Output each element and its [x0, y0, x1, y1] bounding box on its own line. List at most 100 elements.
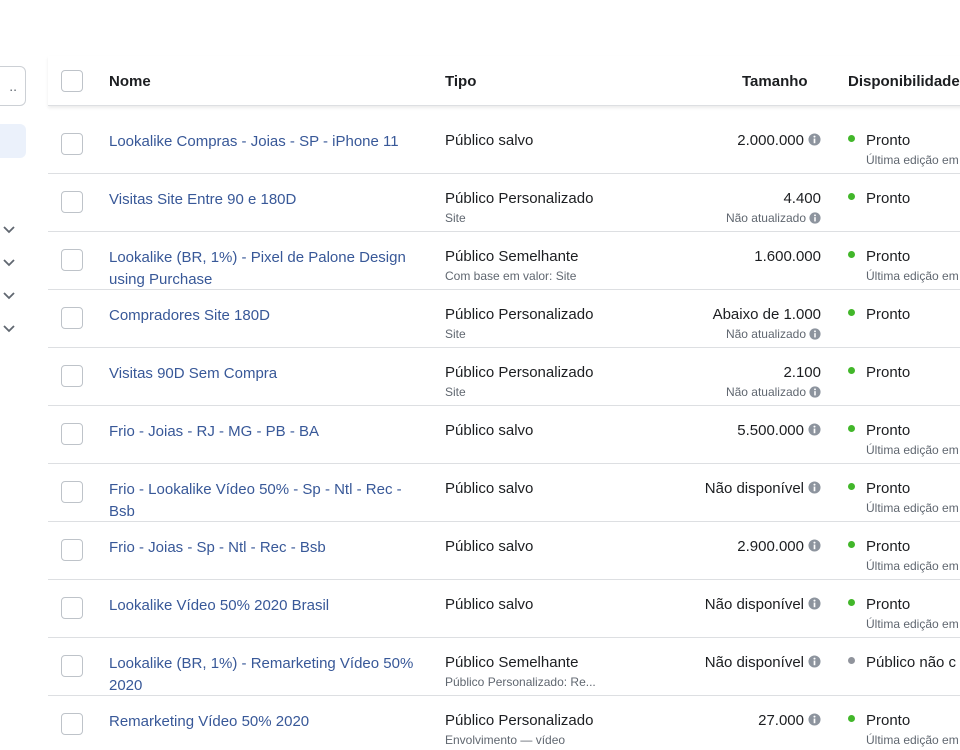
audience-name-link[interactable]: Frio - Joias - Sp - Ntl - Rec - Bsb	[109, 537, 419, 559]
table-row[interactable]: Lookalike Vídeo 50% 2020 Brasil Público s…	[48, 580, 960, 638]
status-dot	[848, 193, 855, 200]
availability-last-edit: Última edição em	[866, 443, 959, 457]
chevron-down-icon[interactable]	[2, 321, 16, 335]
availability-last-edit: Última edição em	[866, 559, 959, 573]
audience-name-link[interactable]: Lookalike (BR, 1%) - Pixel de Palone Des…	[109, 247, 419, 291]
audience-name-link[interactable]: Remarketing Vídeo 50% 2020	[109, 711, 419, 733]
table-row[interactable]: Lookalike (BR, 1%) - Pixel de Palone Des…	[48, 232, 960, 290]
row-checkbox[interactable]	[61, 191, 83, 213]
audience-size: Não disponível	[705, 479, 821, 499]
row-checkbox[interactable]	[61, 365, 83, 387]
audience-name-link[interactable]: Lookalike Vídeo 50% 2020 Brasil	[109, 595, 419, 617]
chevron-down-icon[interactable]	[2, 255, 16, 269]
row-checkbox[interactable]	[61, 713, 83, 735]
info-icon[interactable]	[808, 133, 821, 146]
audience-availability: Pronto Última edição em	[848, 479, 959, 517]
sidebar-search-input[interactable]: ..	[0, 66, 26, 106]
table-row[interactable]: Frio - Lookalike Vídeo 50% - Sp - Ntl - …	[48, 464, 960, 522]
info-icon[interactable]	[808, 713, 821, 726]
audience-type: Público salvo	[445, 421, 675, 441]
sidebar-selected-item[interactable]	[0, 124, 26, 158]
select-all-checkbox[interactable]	[61, 70, 83, 92]
info-icon[interactable]	[808, 597, 821, 610]
audience-name-link[interactable]: Lookalike Compras - Joias - SP - iPhone …	[109, 131, 419, 153]
audience-type: Público Semelhante Com base em valor: Sit…	[445, 247, 675, 285]
audience-availability: Pronto Última edição em	[848, 711, 959, 749]
audience-availability: Pronto Última edição em	[848, 247, 959, 285]
audience-type-sub: Site	[445, 385, 466, 399]
status-dot	[848, 599, 855, 606]
table-row[interactable]: Frio - Joias - Sp - Ntl - Rec - Bsb Públi…	[48, 522, 960, 580]
info-icon[interactable]	[809, 328, 821, 340]
audience-size-value: 4.400	[783, 190, 821, 207]
audience-type-label: Público Semelhante	[445, 248, 579, 265]
info-icon[interactable]	[809, 212, 821, 224]
audience-name-link[interactable]: Frio - Lookalike Vídeo 50% - Sp - Ntl - …	[109, 479, 419, 523]
column-header-nome[interactable]: Nome	[109, 73, 151, 90]
audience-size: 2.000.000	[737, 131, 821, 151]
info-icon[interactable]	[808, 655, 821, 668]
table-row[interactable]: Lookalike Compras - Joias - SP - iPhone …	[48, 116, 960, 174]
row-checkbox[interactable]	[61, 249, 83, 271]
row-checkbox[interactable]	[61, 133, 83, 155]
column-header-tamanho[interactable]: Tamanho	[742, 73, 808, 90]
chevron-down-icon[interactable]	[2, 222, 16, 236]
audience-name-link[interactable]: Visitas Site Entre 90 e 180D	[109, 189, 419, 211]
audience-type: Público salvo	[445, 131, 675, 151]
table-row[interactable]: Remarketing Vídeo 50% 2020 Público Person…	[48, 696, 960, 750]
audience-size: Não disponível	[705, 653, 821, 673]
audience-type-sub: Público Personalizado: Re...	[445, 675, 596, 689]
audience-name-link[interactable]: Lookalike (BR, 1%) - Remarketing Vídeo 5…	[109, 653, 419, 697]
audience-type-label: Público Personalizado	[445, 364, 594, 381]
audience-size: 2.100 Não atualizado	[726, 363, 821, 401]
status-dot	[848, 657, 855, 664]
availability-last-edit: Última edição em	[866, 501, 959, 515]
availability-status: Pronto	[866, 422, 911, 439]
table-row[interactable]: Lookalike (BR, 1%) - Remarketing Vídeo 5…	[48, 638, 960, 696]
availability-last-edit: Última edição em	[866, 153, 959, 167]
audience-type: Público salvo	[445, 537, 675, 557]
availability-status: Pronto	[866, 132, 911, 149]
row-checkbox[interactable]	[61, 539, 83, 561]
audience-name-link[interactable]: Compradores Site 180D	[109, 305, 419, 327]
audience-size-value: 2.900.000	[737, 538, 804, 555]
table-row[interactable]: Compradores Site 180D Público Personaliza…	[48, 290, 960, 348]
availability-status: Pronto	[866, 480, 911, 497]
audience-availability: Pronto	[848, 305, 910, 325]
info-icon[interactable]	[808, 539, 821, 552]
audience-type-label: Público salvo	[445, 132, 534, 149]
audience-type: Público Personalizado Site	[445, 189, 675, 227]
table-row[interactable]: Frio - Joias - RJ - MG - PB - BA Público …	[48, 406, 960, 464]
info-icon[interactable]	[808, 423, 821, 436]
column-header-disponibilidade[interactable]: Disponibilidade	[848, 73, 960, 90]
audience-type-label: Público salvo	[445, 422, 534, 439]
row-checkbox[interactable]	[61, 423, 83, 445]
audience-availability: Pronto Última edição em	[848, 595, 959, 633]
audience-type-sub: Site	[445, 211, 466, 225]
status-dot	[848, 251, 855, 258]
table-row[interactable]: Visitas 90D Sem Compra Público Personaliz…	[48, 348, 960, 406]
info-icon[interactable]	[809, 386, 821, 398]
row-checkbox[interactable]	[61, 307, 83, 329]
audience-size: 4.400 Não atualizado	[726, 189, 821, 227]
audience-type: Público salvo	[445, 479, 675, 499]
audience-type: Público Personalizado Site	[445, 305, 675, 343]
chevron-down-icon[interactable]	[2, 288, 16, 302]
status-dot	[848, 715, 855, 722]
audience-name-link[interactable]: Visitas 90D Sem Compra	[109, 363, 419, 385]
info-icon[interactable]	[808, 481, 821, 494]
audience-size: 27.000	[758, 711, 821, 731]
availability-status: Pronto	[866, 712, 911, 729]
audience-type: Público Personalizado Site	[445, 363, 675, 401]
audience-size-value: Não disponível	[704, 596, 804, 613]
table-row[interactable]: Visitas Site Entre 90 e 180D Público Pers…	[48, 174, 960, 232]
audience-availability: Pronto Última edição em	[848, 131, 959, 169]
row-checkbox[interactable]	[61, 481, 83, 503]
row-checkbox[interactable]	[61, 597, 83, 619]
availability-status: Pronto	[866, 248, 911, 265]
audience-availability: Pronto Última edição em	[848, 421, 959, 459]
row-checkbox[interactable]	[61, 655, 83, 677]
audience-size: 2.900.000	[737, 537, 821, 557]
column-header-tipo[interactable]: Tipo	[445, 73, 476, 90]
audience-name-link[interactable]: Frio - Joias - RJ - MG - PB - BA	[109, 421, 419, 443]
